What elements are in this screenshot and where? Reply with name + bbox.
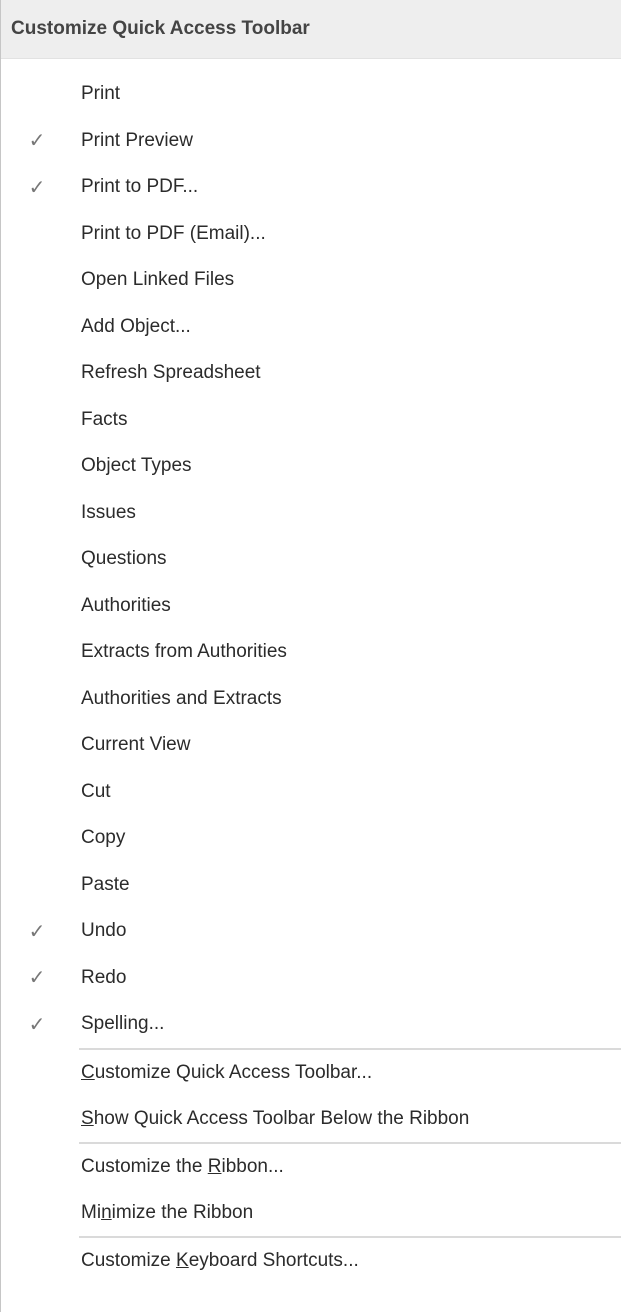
menu-item-extracts-from-authorities[interactable]: Extracts from Authorities [1, 629, 621, 676]
check-icon: ✓ [28, 1013, 46, 1036]
menu-item-questions[interactable]: Questions [1, 536, 621, 583]
menu-item-authorities[interactable]: Authorities [1, 583, 621, 630]
menu-item-undo[interactable]: ✓ Undo [1, 908, 621, 955]
menu-item-add-object[interactable]: Add Object... [1, 304, 621, 351]
menu-item-print-to-pdf-email[interactable]: Print to PDF (Email)... [1, 211, 621, 258]
check-icon: ✓ [28, 920, 46, 943]
menu-item-label: Show Quick Access Toolbar Below the Ribb… [81, 1107, 470, 1129]
menu-item-label: Customize Quick Access Toolbar... [81, 1061, 373, 1083]
menu-item-label: Object Types [81, 455, 192, 477]
menu-item-facts[interactable]: Facts [1, 397, 621, 444]
menu-item-label: Customize Keyboard Shortcuts... [81, 1249, 359, 1271]
ribbon-options-section: Customize the Ribbon... Minimize the Rib… [1, 1144, 621, 1236]
menu-item-label: Minimize the Ribbon [81, 1201, 254, 1223]
menu-item-issues[interactable]: Issues [1, 490, 621, 537]
menu-item-label: Authorities and Extracts [81, 687, 282, 709]
menu-item-label: Questions [81, 548, 167, 570]
minimize-ribbon-command[interactable]: Minimize the Ribbon [1, 1190, 621, 1236]
toolbar-command-list: Print ✓ Print Preview ✓ Print to PDF... … [1, 59, 621, 1048]
menu-item-label: Cut [81, 780, 111, 802]
menu-item-redo[interactable]: ✓ Redo [1, 955, 621, 1002]
customize-qat-command[interactable]: Customize Quick Access Toolbar... [1, 1050, 621, 1096]
menu-item-label: Add Object... [81, 315, 191, 337]
menu-item-print-to-pdf[interactable]: ✓ Print to PDF... [1, 164, 621, 211]
show-qat-below-ribbon-command[interactable]: Show Quick Access Toolbar Below the Ribb… [1, 1096, 621, 1142]
menu-item-label: Open Linked Files [81, 269, 235, 291]
menu-item-spelling[interactable]: ✓ Spelling... [1, 1001, 621, 1048]
menu-item-label: Authorities [81, 594, 171, 616]
customize-qat-menu: Customize Quick Access Toolbar Print ✓ P… [0, 0, 621, 1312]
menu-item-refresh-spreadsheet[interactable]: Refresh Spreadsheet [1, 350, 621, 397]
menu-item-label: Paste [81, 873, 130, 895]
menu-item-cut[interactable]: Cut [1, 769, 621, 816]
menu-item-object-types[interactable]: Object Types [1, 443, 621, 490]
menu-item-label: Customize the Ribbon... [81, 1155, 284, 1177]
menu-item-label: Print to PDF... [81, 176, 199, 198]
menu-item-paste[interactable]: Paste [1, 862, 621, 909]
menu-item-label: Print [81, 83, 121, 105]
menu-item-label: Undo [81, 920, 127, 942]
customize-ribbon-command[interactable]: Customize the Ribbon... [1, 1144, 621, 1190]
menu-item-label: Extracts from Authorities [81, 641, 287, 663]
menu-item-label: Refresh Spreadsheet [81, 362, 261, 384]
menu-item-open-linked-files[interactable]: Open Linked Files [1, 257, 621, 304]
menu-item-authorities-and-extracts[interactable]: Authorities and Extracts [1, 676, 621, 723]
menu-item-label: Print to PDF (Email)... [81, 222, 266, 244]
menu-item-label: Current View [81, 734, 191, 756]
menu-title: Customize Quick Access Toolbar [1, 0, 621, 59]
menu-item-copy[interactable]: Copy [1, 815, 621, 862]
menu-item-label: Copy [81, 827, 126, 849]
menu-item-label: Redo [81, 966, 127, 988]
menu-item-label: Spelling... [81, 1013, 165, 1035]
check-icon: ✓ [28, 130, 46, 153]
check-icon: ✓ [28, 967, 46, 990]
menu-item-print[interactable]: Print [1, 71, 621, 118]
menu-item-label: Facts [81, 408, 128, 430]
qat-options-section: Customize Quick Access Toolbar... Show Q… [1, 1050, 621, 1142]
check-icon: ✓ [28, 176, 46, 199]
customize-keyboard-shortcuts-command[interactable]: Customize Keyboard Shortcuts... [1, 1238, 621, 1284]
menu-item-print-preview[interactable]: ✓ Print Preview [1, 118, 621, 165]
menu-item-label: Print Preview [81, 129, 193, 151]
keyboard-options-section: Customize Keyboard Shortcuts... [1, 1238, 621, 1284]
menu-item-current-view[interactable]: Current View [1, 722, 621, 769]
menu-item-label: Issues [81, 501, 136, 523]
